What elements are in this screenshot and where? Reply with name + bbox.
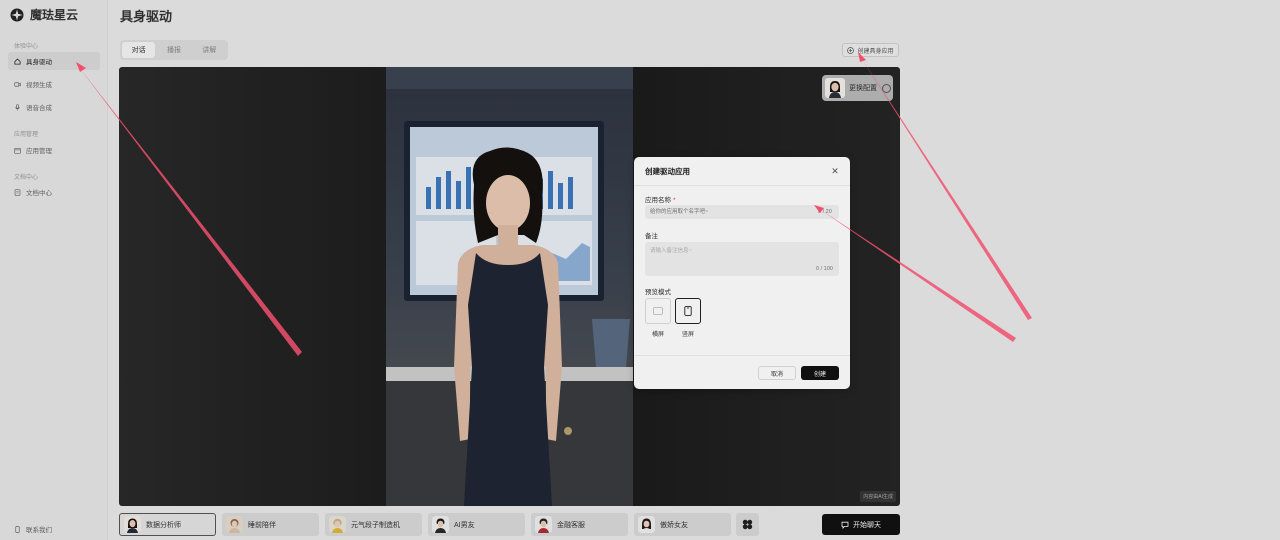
digital-human-image [386, 67, 633, 506]
sidebar-item-label: 视频生成 [26, 82, 52, 89]
character-tile-ai-boyfriend[interactable]: AI男友 [428, 513, 525, 536]
sidebar-item-docs[interactable]: 文档中心 [8, 183, 100, 201]
character-tile-tsundere-girlfriend[interactable]: 傲娇女友 [634, 513, 731, 536]
start-chat-label: 开始聊天 [853, 521, 881, 529]
preview-mode-label: 预览模式 [645, 289, 671, 296]
character-tile-data-analyst[interactable]: 数据分析师 [119, 513, 216, 536]
character-tile-finance-service[interactable]: 金融客服 [531, 513, 628, 536]
note-label: 备注 [645, 233, 658, 240]
tab-broadcast[interactable]: 播报 [157, 42, 190, 58]
character-label: 睡前陪伴 [248, 521, 276, 529]
create-embodied-app-label: 创建具身应用 [857, 48, 894, 55]
swap-config-label: 更换配置 [849, 85, 877, 92]
sidebar-item-video-generation[interactable]: 视频生成 [8, 75, 100, 93]
contact-us-label: 联系我们 [26, 527, 52, 534]
current-avatar-thumbnail [825, 78, 845, 98]
note-counter: 0 / 100 [816, 266, 833, 272]
swap-icon [882, 83, 891, 93]
chat-bubble-icon [841, 521, 849, 529]
character-avatar [638, 516, 655, 533]
character-label: 傲娇女友 [660, 521, 688, 529]
app-name: 魔珐星云 [30, 8, 79, 22]
mic-icon [15, 103, 20, 110]
character-label: 元气段子制造机 [351, 521, 400, 529]
landscape-option[interactable] [645, 298, 671, 324]
mode-tabs: 对话 播报 讲解 [120, 40, 228, 60]
sidebar: 魔珐星云 体验中心 具身驱动 视频生成 语音合成 应用管理 应用管理 文档中心 … [0, 0, 108, 540]
nav-group-app-management: 应用管理 [14, 132, 39, 138]
character-label: 金融客服 [557, 521, 585, 529]
landscape-icon [653, 307, 663, 315]
nav-group-experience: 体验中心 [14, 44, 39, 50]
calendar-icon [14, 147, 21, 154]
app-name-label: 应用名称 * [645, 194, 676, 204]
create-app-dialog: 创建驱动应用 ✕ 应用名称* 0 / 20 备注 请输入备注信息~ 0 / 10… [634, 157, 850, 389]
doc-icon [14, 188, 21, 196]
sidebar-item-label: 语音合成 [26, 105, 52, 112]
create-embodied-app-button[interactable]: 创建具身应用 [842, 43, 899, 57]
sidebar-item-speech-synthesis[interactable]: 语音合成 [8, 98, 100, 116]
character-avatar [535, 516, 552, 533]
sidebar-item-label: 具身驱动 [26, 59, 52, 66]
required-mark: * [673, 197, 676, 204]
character-tile-bedtime[interactable]: 睡前陪伴 [222, 513, 319, 536]
character-avatar [329, 516, 346, 533]
contact-us-link[interactable]: 联系我们 [14, 524, 52, 534]
start-chat-button[interactable]: 开始聊天 [822, 514, 900, 535]
dialog-divider [634, 185, 850, 186]
create-button[interactable]: 创建 [801, 366, 839, 380]
tab-dialogue[interactable]: 对话 [122, 42, 156, 58]
close-icon[interactable]: ✕ [830, 166, 840, 176]
app-name-label-text: 应用名称 [645, 197, 671, 204]
nav-group-docs: 文档中心 [14, 175, 39, 181]
portrait-option[interactable] [675, 298, 701, 324]
character-tile-joke-maker[interactable]: 元气段子制造机 [325, 513, 422, 536]
dialog-footer-divider [634, 355, 850, 356]
sidebar-item-label: 应用管理 [26, 148, 52, 155]
video-icon [14, 81, 21, 87]
character-avatar [124, 516, 141, 533]
phone-icon [15, 525, 20, 533]
dialog-title: 创建驱动应用 [645, 167, 690, 176]
portrait-icon [684, 306, 692, 316]
plus-circle-icon [847, 46, 855, 54]
character-avatar [432, 516, 449, 533]
landscape-label: 横屏 [651, 332, 664, 338]
note-textarea[interactable]: 请输入备注信息~ [645, 242, 839, 276]
note-placeholder: 请输入备注信息~ [650, 248, 692, 254]
app-logo[interactable]: 魔珐星云 [10, 6, 78, 23]
sidebar-item-embodied-drive[interactable]: 具身驱动 [8, 52, 100, 70]
ai-generated-tag: 内容由AI生成 [860, 491, 896, 502]
character-label: AI男友 [454, 521, 475, 529]
office-scene [386, 67, 633, 506]
logo-icon [10, 8, 24, 21]
more-characters-button[interactable] [736, 513, 759, 536]
portrait-label: 竖屏 [681, 332, 694, 338]
swap-config-button[interactable]: 更换配置 [822, 75, 893, 101]
cancel-button[interactable]: 取消 [758, 366, 796, 380]
app-name-counter: 0 / 20 [818, 209, 832, 215]
clover-grid-icon [742, 519, 753, 530]
tab-explain[interactable]: 讲解 [193, 42, 226, 58]
sidebar-item-label: 文档中心 [26, 190, 52, 197]
character-label: 数据分析师 [146, 521, 181, 529]
sidebar-item-app-management[interactable]: 应用管理 [8, 141, 100, 159]
app-name-input[interactable] [645, 205, 839, 219]
page-title: 具身驱动 [120, 9, 173, 24]
character-avatar [226, 516, 243, 533]
home-icon [14, 58, 21, 65]
